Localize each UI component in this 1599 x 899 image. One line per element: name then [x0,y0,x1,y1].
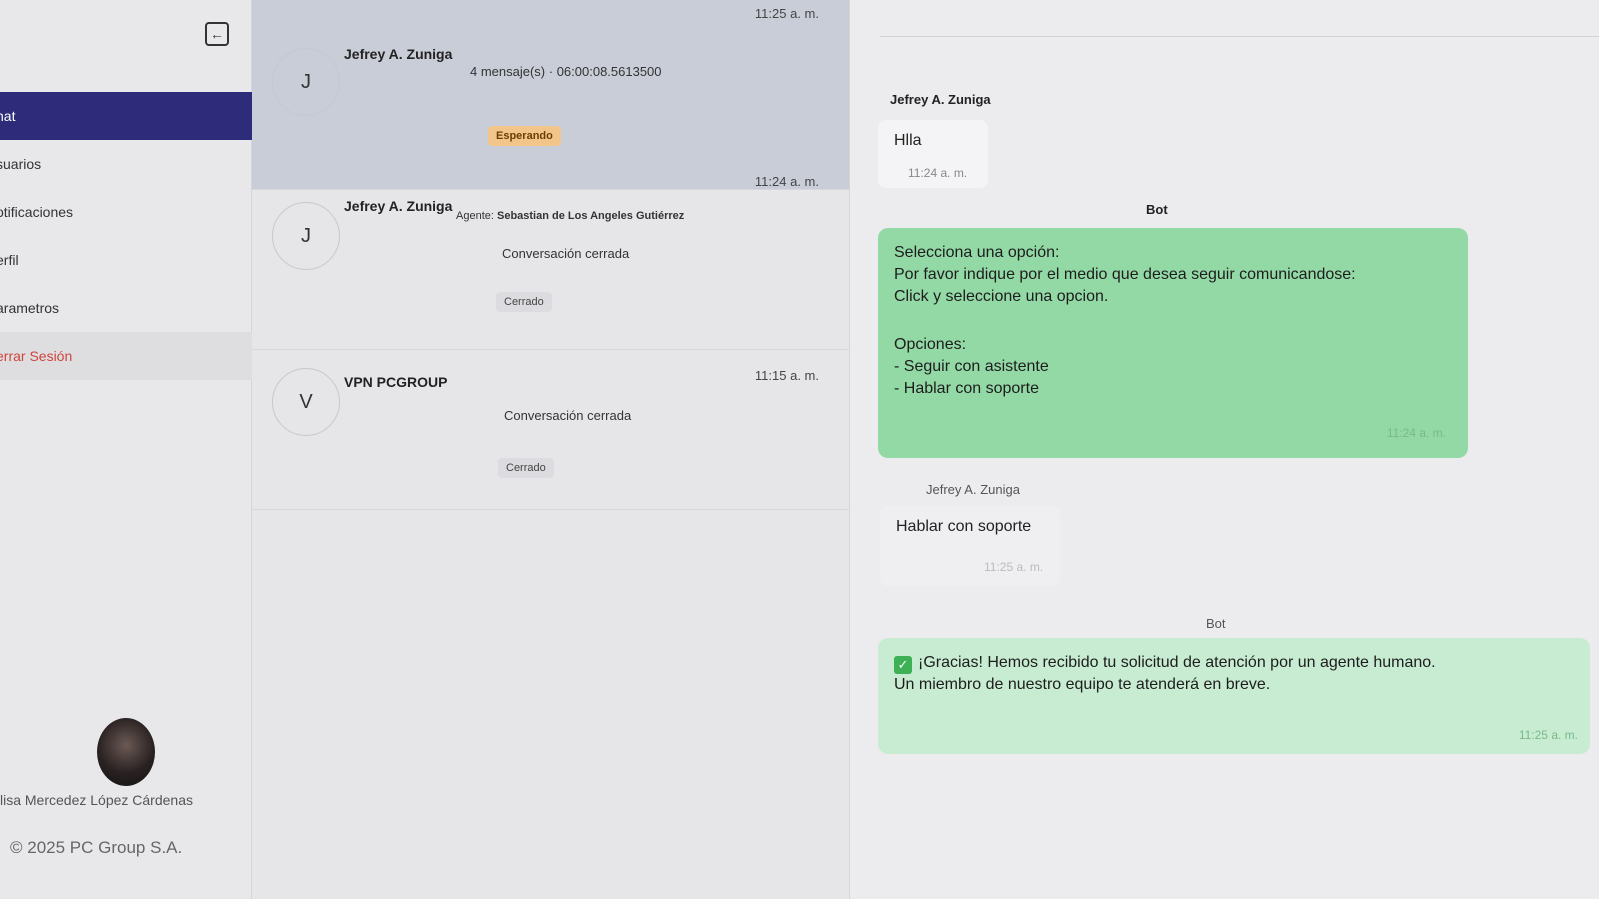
status-badge: Cerrado [496,292,552,312]
message-sender: Bot [1146,202,1168,217]
message-line: ✓ ¡Gracias! Hemos recibido tu solicitud d… [894,652,1574,674]
message-line: Opciones: [894,336,967,353]
conversation-time: 11:24 a. m. [754,174,819,189]
app-window: ← hat suarios otificaciones erfil aramet… [0,0,1599,899]
conversation-name: Jefrey A. Zuniga [344,46,453,62]
message-sender: Bot [1206,616,1226,631]
conversation-item[interactable]: J Jefrey A. Zuniga 11:24 a. m. Agente: S… [252,174,849,350]
bot-message-bubble: ✓ ¡Gracias! Hemos recibido tu solicitud d… [878,638,1590,754]
message-time: 11:24 a. m. [1386,426,1446,440]
conversation-avatar: V [272,368,340,436]
conversation-time: 11:15 a. m. [754,368,819,383]
message-sender: Jefrey A. Zuniga [926,482,1020,497]
message-option[interactable]: - Seguir con asistente [894,356,1452,378]
message-line: Por favor indique por el medio que desea… [894,266,1356,283]
conversation-meta: 4 mensaje(s) · 06:00:08.5613500 [470,64,662,79]
sidebar: ← hat suarios otificaciones erfil aramet… [0,0,252,899]
sidebar-item-profile[interactable]: erfil [0,236,252,284]
avatar[interactable] [97,718,155,786]
message-line [894,308,1452,334]
message-line: Un miembro de nuestro equipo te atenderá… [894,676,1271,693]
conversation-time: 11:25 a. m. [754,6,819,21]
conversation-item[interactable]: V VPN PCGROUP 11:15 a. m. Conversación c… [252,350,849,510]
sidebar-nav: hat suarios otificaciones erfil arametro… [0,92,252,380]
chat-panel: Jefrey A. Zuniga Hlla 11:24 a. m. Bot Se… [850,0,1599,899]
sidebar-item-parameters[interactable]: arametros [0,284,252,332]
copyright-footer: © 2025 PC Group S.A. [10,838,183,857]
conversation-last-message: Conversación cerrada [504,408,632,423]
message-line: Selecciona una opción: [894,244,1060,261]
message-line: Click y seleccione una opcion. [894,288,1109,305]
sidebar-item-label: suarios [0,156,42,172]
conversation-name: VPN PCGROUP [344,374,448,390]
user-name: lisa Mercedez López Cárdenas [0,792,193,808]
message-time: 11:25 a. m. [984,560,1044,574]
sidebar-item-notifications[interactable]: otificaciones [0,188,252,236]
message-text: Hlla [894,132,922,149]
conversation-avatar: J [272,202,340,270]
divider [880,36,1599,37]
message-sender: Jefrey A. Zuniga [890,92,991,107]
message-option[interactable]: - Hablar con soporte [894,378,1452,400]
sidebar-item-label: hat [0,108,16,124]
sidebar-item-label: erfil [0,252,19,268]
sidebar-item-label: otificaciones [0,204,74,220]
agent-name: Sebastian de Los Angeles Gutiérrez [496,210,685,222]
sidebar-item-users[interactable]: suarios [0,140,252,188]
conversation-item[interactable]: J Jefrey A. Zuniga 11:25 a. m. 4 mensaje… [252,0,849,190]
conversation-agent: Agente: Sebastian de Los Angeles Gutiérr… [456,210,684,222]
message-line-text: ¡Gracias! Hemos recibido tu solicitud de… [918,654,1436,671]
collapse-sidebar-icon[interactable]: ← [205,22,229,46]
status-badge: Esperando [488,126,561,146]
sidebar-item-logout[interactable]: errar Sesión [0,332,252,380]
user-message-bubble: Hablar con soporte [880,506,1060,586]
user-profile: lisa Mercedez López Cárdenas [0,718,252,808]
check-icon: ✓ [894,656,912,674]
sidebar-item-label: errar Sesión [0,348,73,364]
conversation-name: Jefrey A. Zuniga [344,198,453,214]
message-text: Hablar con soporte [896,518,1032,535]
status-badge: Cerrado [498,458,554,478]
conversation-avatar: J [272,48,340,116]
sidebar-item-label: arametros [0,300,60,316]
message-time: 11:25 a. m. [1518,728,1578,742]
conversation-list: J Jefrey A. Zuniga 11:25 a. m. 4 mensaje… [252,0,850,899]
bot-message-bubble: Selecciona una opción: Por favor indique… [878,228,1468,458]
agent-label: Agente: [456,210,494,222]
message-time: 11:24 a. m. [908,166,968,180]
sidebar-item-chat[interactable]: hat [0,92,252,140]
conversation-last-message: Conversación cerrada [502,246,630,261]
